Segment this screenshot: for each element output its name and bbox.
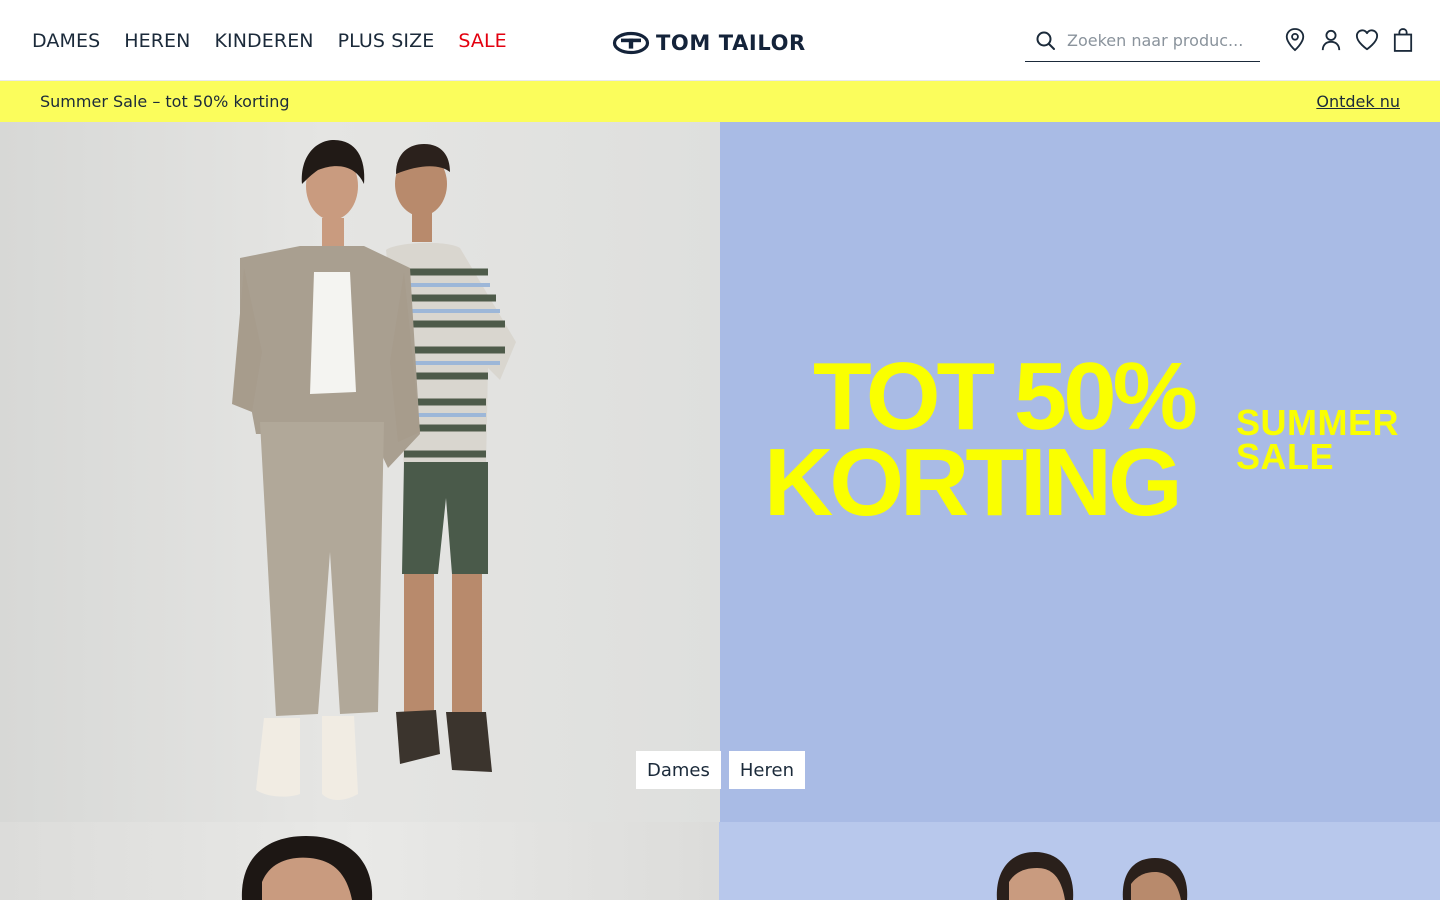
- category-tiles: [0, 822, 1440, 900]
- nav-item-sale[interactable]: SALE: [458, 30, 506, 52]
- shopping-bag-icon[interactable]: [1390, 26, 1416, 54]
- hero-tagline: SUMMER SALE: [1236, 402, 1399, 477]
- hero-banner[interactable]: TOT 50% KORTING SUMMER SALE Dames Heren: [0, 122, 1440, 822]
- hero-tagline-line2: SALE: [1236, 436, 1335, 477]
- nav-item-dames[interactable]: DAMES: [32, 30, 100, 52]
- site-header: DAMES HEREN KINDEREN PLUS SIZE SALE TOM …: [0, 0, 1440, 81]
- hero-dames-button[interactable]: Dames: [636, 751, 721, 789]
- main-navigation: DAMES HEREN KINDEREN PLUS SIZE SALE: [32, 0, 507, 81]
- hero-headline: TOT 50% KORTING: [764, 343, 1198, 536]
- promo-text: Summer Sale – tot 50% korting: [40, 92, 290, 111]
- tile-model-illustration: [241, 836, 373, 900]
- hero-model-image: [0, 122, 720, 822]
- search-bar: [1025, 20, 1260, 62]
- account-icon[interactable]: [1318, 26, 1344, 54]
- nav-item-heren[interactable]: HEREN: [124, 30, 190, 52]
- hero-tagline-line1: SUMMER: [1236, 402, 1399, 443]
- tom-tailor-logo-icon: [612, 31, 650, 55]
- header-actions: [1282, 26, 1416, 54]
- wishlist-heart-icon[interactable]: [1354, 26, 1380, 54]
- hero-cta-group: Dames Heren: [636, 751, 805, 789]
- brand-logo-text: TOM TAILOR: [656, 31, 806, 55]
- location-pin-icon[interactable]: [1282, 26, 1308, 54]
- search-input[interactable]: [1067, 31, 1252, 50]
- search-icon[interactable]: [1035, 30, 1057, 52]
- category-tile-men[interactable]: [719, 822, 1440, 900]
- nav-item-kinderen[interactable]: KINDEREN: [214, 30, 313, 52]
- hero-sale-panel[interactable]: TOT 50% KORTING SUMMER SALE: [720, 122, 1440, 822]
- hero-headline-line1: TOT 50%: [812, 343, 1198, 450]
- nav-item-plus-size[interactable]: PLUS SIZE: [338, 30, 435, 52]
- hero-models-illustration: [232, 140, 516, 800]
- category-tile-women[interactable]: [0, 822, 719, 900]
- brand-logo[interactable]: TOM TAILOR: [612, 30, 806, 56]
- tile-models-illustration: [996, 852, 1188, 900]
- promo-bar: Summer Sale – tot 50% korting Ontdek nu: [0, 81, 1440, 122]
- hero-headline-line2: KORTING: [764, 429, 1183, 536]
- promo-discover-link[interactable]: Ontdek nu: [1316, 92, 1400, 111]
- hero-heren-button[interactable]: Heren: [728, 751, 805, 789]
